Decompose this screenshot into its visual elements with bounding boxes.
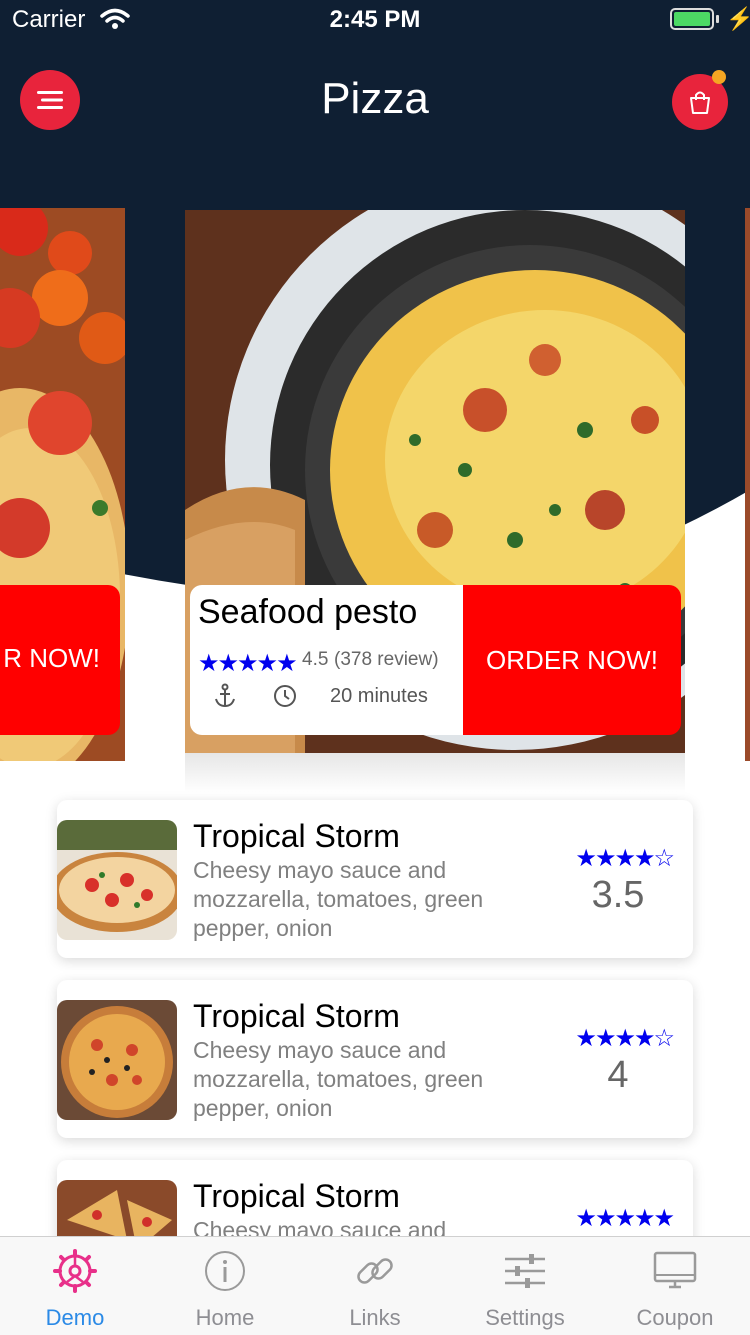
item-rating-stars: ★★★★★ [575, 1205, 675, 1232]
featured-rating-stars: ★★★★★ [198, 650, 298, 677]
tab-label: Coupon [636, 1305, 714, 1330]
status-time: 2:45 PM [329, 6, 421, 33]
battery-tip [716, 15, 719, 23]
clock-icon [274, 685, 296, 707]
cart-badge [712, 70, 726, 84]
item-rating-stars: ★★★★☆ [575, 845, 675, 872]
charging-icon: ⚡ [726, 6, 750, 31]
battery-icon [670, 8, 714, 30]
tab-links[interactable]: Links [300, 1237, 450, 1335]
link-icon [357, 1258, 393, 1284]
pizza-thumbnail [57, 1000, 177, 1120]
status-bar: Carrier 2:45 PM ⚡ [0, 0, 750, 40]
info-icon [205, 1251, 245, 1291]
tab-label: Settings [485, 1305, 565, 1330]
tab-label: Demo [45, 1305, 105, 1330]
tab-settings[interactable]: Settings [450, 1237, 600, 1335]
order-now-button[interactable]: ORDER NOW! [463, 585, 681, 735]
featured-title: Seafood pesto [198, 593, 418, 631]
featured-review-count: (378 review) [334, 649, 439, 670]
carousel-card-right[interactable] [745, 208, 750, 761]
monitor-icon [653, 1251, 697, 1289]
item-title: Tropical Storm [193, 1178, 400, 1214]
tab-bar: Demo Home Links Settings Coupon [0, 1236, 750, 1335]
item-description: Cheesy mayo sauce and mozzarella, tomato… [193, 1037, 484, 1121]
item-rating-score: 3.5 [591, 874, 645, 916]
order-now-label-left: R NOW! [3, 643, 100, 673]
item-title: Tropical Storm [193, 998, 400, 1034]
gear-icon [53, 1249, 97, 1293]
tab-demo[interactable]: Demo [0, 1237, 150, 1335]
item-rating-stars: ★★★★☆ [575, 1025, 675, 1052]
item-rating-score: 4 [607, 1054, 629, 1096]
anchor-icon [215, 683, 235, 708]
tab-home[interactable]: Home [150, 1237, 300, 1335]
list-item[interactable]: Tropical Storm Cheesy mayo sauce and moz… [57, 980, 693, 1138]
card-shadow [185, 753, 685, 793]
order-now-button-left[interactable]: R NOW! [0, 585, 120, 735]
sliders-icon [505, 1254, 545, 1288]
pizza-thumbnail [57, 820, 177, 940]
item-description: Cheesy mayo sauce and mozzarella, tomato… [193, 857, 484, 941]
list-item[interactable]: Tropical Storm Cheesy mayo sauce and moz… [57, 800, 693, 958]
tab-label: Links [349, 1305, 401, 1330]
featured-rating-value: 4.5 [302, 649, 329, 670]
tab-coupon[interactable]: Coupon [600, 1237, 750, 1335]
featured-prep-time: 20 minutes [330, 685, 428, 707]
page-title: Pizza [321, 74, 429, 123]
featured-info-panel: Seafood pesto ★★★★★ 4.5 (378 review) 20 … [190, 585, 465, 735]
tab-label: Home [195, 1305, 255, 1330]
shopping-bag-icon [690, 91, 710, 114]
item-title: Tropical Storm [193, 818, 400, 854]
